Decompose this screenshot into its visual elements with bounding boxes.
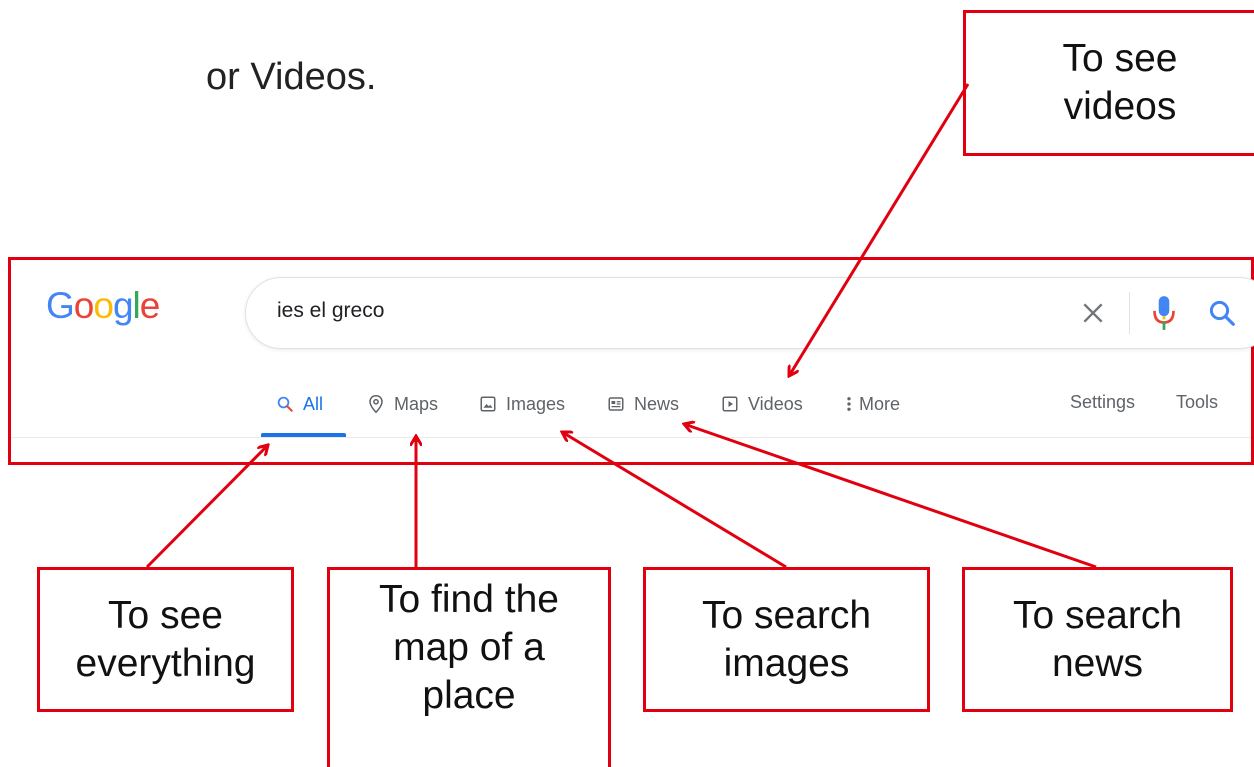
logo-letter: o (93, 285, 114, 326)
settings-link[interactable]: Settings (1070, 392, 1135, 413)
play-icon (722, 396, 738, 412)
map-pin-icon (369, 394, 383, 414)
slide-caption: or Videos. (206, 56, 377, 98)
search-divider (1129, 292, 1130, 334)
callout-maps-text: To find the map of a place (379, 578, 559, 717)
callout-videos-text: To see videos (1062, 37, 1178, 128)
tab-images[interactable]: Images (479, 392, 565, 416)
google-logo[interactable]: Google (46, 285, 161, 327)
tab-news-label: News (634, 393, 680, 414)
tab-all[interactable]: All (276, 392, 323, 416)
callout-maps: To find the map of a place (327, 567, 611, 767)
tabs-divider-line (11, 437, 1251, 438)
logo-letter: o (73, 285, 95, 326)
tab-images-label: Images (506, 393, 566, 414)
tab-maps-label: Maps (394, 393, 439, 414)
tab-videos-label: Videos (748, 393, 803, 414)
callout-images: To search images (643, 567, 930, 712)
callout-everything: To see everything (37, 567, 294, 712)
tools-link[interactable]: Tools (1176, 392, 1218, 413)
clear-icon[interactable] (1080, 300, 1106, 326)
logo-letter: g (112, 285, 134, 326)
tab-all-label: All (303, 393, 324, 414)
logo-letter: l (132, 285, 141, 326)
callout-videos: To see videos (963, 10, 1254, 156)
tab-news[interactable]: News (607, 392, 679, 416)
search-input[interactable] (277, 299, 977, 323)
callout-images-text: To search images (701, 593, 872, 685)
logo-letter: G (46, 285, 75, 326)
image-icon (480, 396, 496, 412)
newspaper-icon (608, 397, 624, 411)
more-vertical-icon (847, 397, 851, 411)
tab-maps[interactable]: Maps (367, 392, 438, 416)
microphone-icon[interactable] (1151, 294, 1177, 332)
logo-letter: e (139, 285, 161, 326)
search-icon (277, 396, 293, 412)
callout-news: To search news (962, 567, 1233, 712)
callout-everything-text: To see everything (75, 593, 256, 685)
search-icon[interactable] (1207, 298, 1237, 328)
callout-news-text: To search news (1012, 593, 1183, 685)
tab-videos[interactable]: Videos (721, 392, 803, 416)
tab-more-label: More (859, 393, 901, 414)
tab-more[interactable]: More (845, 392, 900, 416)
